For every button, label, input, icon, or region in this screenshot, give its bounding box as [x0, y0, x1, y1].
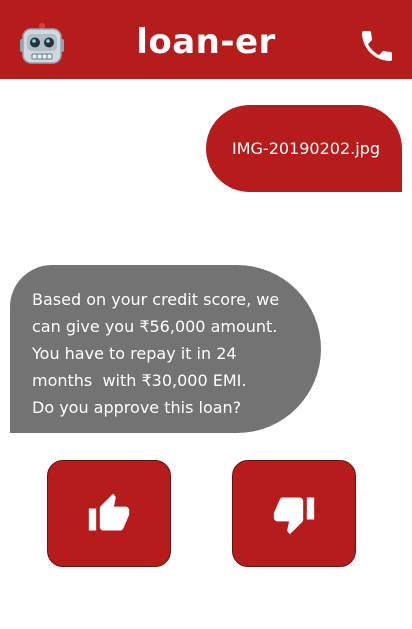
phone-icon[interactable] [357, 26, 397, 66]
bot-message-line: You have to repay it in 24 [32, 344, 237, 363]
app-title: loan-er [136, 22, 276, 62]
user-message-bubble[interactable]: IMG-20190202.jpg [206, 105, 402, 192]
bot-message-bubble: Based on your credit score, we can give … [10, 265, 321, 433]
attachment-filename[interactable]: IMG-20190202.jpg [232, 139, 380, 158]
thumbs-down-icon [273, 497, 315, 534]
approve-loan-button[interactable] [47, 460, 171, 567]
bot-message-line: months with ₹30,000 EMI. [32, 371, 247, 390]
bot-message-line: Based on your credit score, we [32, 290, 280, 309]
bot-message-line: can give you ₹56,000 amount. [32, 317, 278, 336]
thumbs-up-icon [88, 493, 130, 530]
reject-loan-button[interactable] [232, 460, 356, 567]
bot-message-line: Do you approve this loan? [32, 398, 242, 417]
app-header: loan-er [0, 0, 412, 79]
chat-screen: loan-er IMG-20190202.jpg Based on your c… [0, 0, 412, 629]
